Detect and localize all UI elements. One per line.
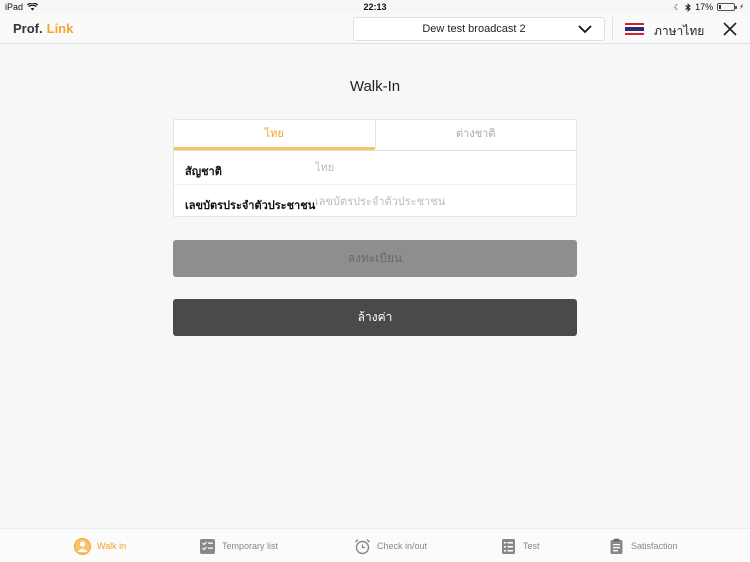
tab-thai[interactable]: ไทย <box>174 120 375 150</box>
chevron-down-icon <box>578 25 592 34</box>
tabbar-label-temporary-list: Temporary list <box>222 541 279 551</box>
battery-fill <box>719 5 722 9</box>
walk-in-icon <box>74 537 91 555</box>
bottom-tab-bar: Walk in Temporary list Check in/out Test… <box>0 528 750 562</box>
close-icon[interactable] <box>723 22 737 36</box>
id-card-row: เลขบัตรประจำตัวประชาชน <box>174 186 576 219</box>
tab-foreign[interactable]: ต่างชาติ <box>374 120 577 150</box>
logo-link: Link <box>46 21 74 36</box>
nationality-tabs: ไทย ต่างชาติ <box>174 120 576 151</box>
alarm-clock-icon <box>355 538 370 554</box>
register-button[interactable]: ลงทะเบียน <box>173 240 577 277</box>
clipboard-icon <box>610 538 623 554</box>
status-right: ☾ 17% ⚡ <box>674 2 744 12</box>
clear-button[interactable]: ล้างค่า <box>173 299 577 336</box>
charging-icon: ⚡ <box>739 4 744 11</box>
tabbar-item-test[interactable]: Test <box>500 537 540 555</box>
walk-in-form: ไทย ต่างชาติ สัญชาติ เลขบัตรประจำตัวประช… <box>173 119 577 217</box>
header-divider <box>612 17 613 41</box>
broadcast-value: Dew test broadcast 2 <box>422 23 526 35</box>
nationality-row: สัญชาติ <box>174 152 576 185</box>
id-card-input[interactable] <box>315 192 565 212</box>
tabbar-label-satisfaction: Satisfaction <box>631 541 678 551</box>
thai-flag-icon[interactable] <box>625 23 644 35</box>
nationality-label: สัญชาติ <box>185 166 222 178</box>
tabbar-item-walk-in[interactable]: Walk in <box>74 537 126 555</box>
temporary-list-icon <box>200 538 215 554</box>
tabbar-label-check-in-out: Check in/out <box>377 541 428 551</box>
tabbar-label-walk-in: Walk in <box>97 541 127 551</box>
nationality-input[interactable] <box>315 158 565 178</box>
status-bar: iPad 22:13 ☾ 17% ⚡ <box>0 0 750 14</box>
broadcast-dropdown[interactable]: Dew test broadcast 2 <box>353 17 605 41</box>
page-title: Walk-In <box>349 78 401 95</box>
moon-icon: ☾ <box>673 2 682 12</box>
tabbar-item-satisfaction[interactable]: Satisfaction <box>608 537 678 555</box>
bluetooth-icon <box>685 2 691 12</box>
status-time: 22:13 <box>363 2 387 12</box>
language-selector[interactable]: ภาษาไทย <box>654 22 704 41</box>
id-card-label: เลขบัตรประจำตัวประชาชน <box>185 200 316 212</box>
tabbar-item-check-in-out[interactable]: Check in/out <box>354 537 427 555</box>
app-logo: Prof. Link <box>13 21 73 36</box>
test-list-icon <box>502 538 515 554</box>
logo-prof: Prof. <box>13 21 43 36</box>
tabbar-item-temporary-list[interactable]: Temporary list <box>199 537 278 555</box>
app-header: Prof. Link Dew test broadcast 2 ภาษาไทย <box>0 14 750 44</box>
tabbar-label-test: Test <box>523 541 540 551</box>
battery-percent: 17% <box>695 2 714 12</box>
battery-icon <box>717 3 738 11</box>
